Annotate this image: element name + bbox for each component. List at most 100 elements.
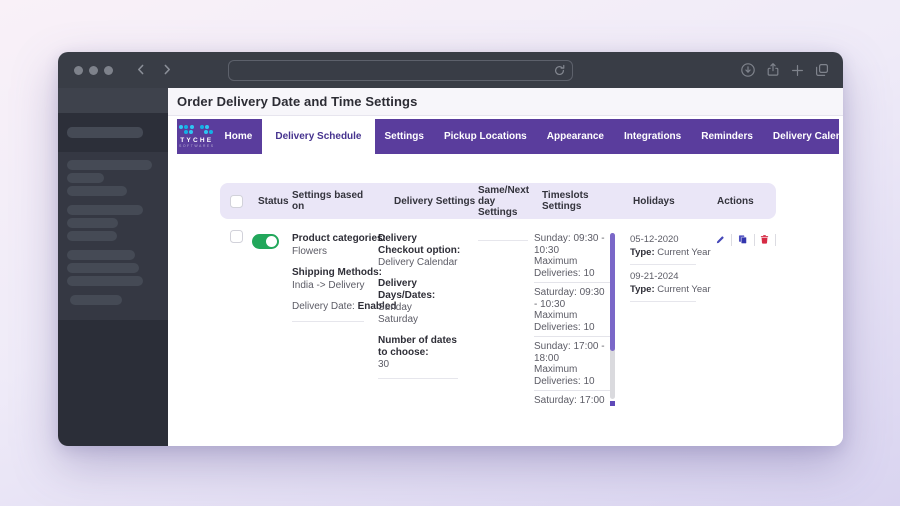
header-holidays: Holidays bbox=[633, 195, 675, 207]
share-icon[interactable] bbox=[765, 62, 781, 78]
sidebar-skeleton-bar bbox=[67, 205, 143, 215]
status-toggle[interactable] bbox=[252, 234, 279, 249]
tab-reminders[interactable]: Reminders bbox=[691, 119, 763, 154]
delete-icon[interactable] bbox=[760, 233, 769, 246]
holiday-type-label: Type: bbox=[630, 284, 655, 295]
header-status: Status bbox=[258, 195, 289, 207]
tab-home[interactable]: Home bbox=[215, 119, 263, 154]
sidebar-header bbox=[58, 88, 168, 113]
sidebar-skeleton-bar bbox=[67, 186, 127, 196]
sidebar-skeleton-bar bbox=[67, 263, 139, 273]
tab-pickup-locations[interactable]: Pickup Locations bbox=[434, 119, 537, 154]
tab-overview-icon[interactable] bbox=[814, 62, 830, 78]
timeslots-scroll-area[interactable]: Sunday: 09:30 - 10:30 Maximum Deliveries… bbox=[534, 233, 610, 407]
toggle-knob bbox=[266, 236, 277, 247]
timeslot-entry: Sunday: 09:30 - 10:30 Maximum Deliveries… bbox=[534, 233, 610, 283]
setting-value: 30 bbox=[378, 359, 390, 370]
nav-tabs: Home Delivery Schedule Settings Pickup L… bbox=[215, 119, 843, 154]
tab-delivery-schedule[interactable]: Delivery Schedule bbox=[262, 119, 375, 154]
timeslots-cell: Sunday: 09:30 - 10:30 Maximum Deliveries… bbox=[534, 228, 630, 407]
holiday-entry: 05-12-2020 Type: Current Year bbox=[630, 233, 711, 265]
same-next-day-cell bbox=[478, 228, 534, 241]
setting-label: Shipping Methods: bbox=[292, 267, 382, 278]
table-header: Status Settings based on Delivery Settin… bbox=[220, 183, 776, 219]
close-window-button[interactable] bbox=[74, 66, 83, 75]
logo-name: TYCHE bbox=[180, 137, 214, 145]
holiday-date: 09-21-2024 bbox=[630, 271, 679, 282]
divider bbox=[731, 233, 732, 246]
edit-icon[interactable] bbox=[716, 233, 725, 246]
setting-label: Delivery Checkout option: bbox=[378, 233, 461, 256]
logo-subtitle: SOFTWARES bbox=[179, 144, 215, 149]
sidebar-skeleton-bar bbox=[67, 127, 143, 138]
maximize-window-button[interactable] bbox=[104, 66, 113, 75]
divider bbox=[478, 240, 528, 241]
select-all-checkbox[interactable] bbox=[230, 194, 243, 208]
forward-icon[interactable] bbox=[160, 62, 174, 77]
sidebar-section-band bbox=[58, 113, 168, 152]
timeslots-scrollbar-track[interactable] bbox=[610, 233, 615, 399]
setting-value: India -> Delivery bbox=[292, 279, 365, 291]
setting-label: Delivery Date: bbox=[292, 301, 355, 312]
new-tab-icon[interactable] bbox=[790, 63, 805, 78]
timeslot-entry: Saturday: 17:00 - bbox=[534, 395, 610, 407]
timeslot-entry: Sunday: 17:00 - 18:00 Maximum Deliveries… bbox=[534, 341, 610, 391]
holiday-entry: 09-21-2024 Type: Current Year bbox=[630, 270, 711, 302]
setting-label: Delivery Days/Dates: bbox=[378, 278, 436, 301]
page-title: Order Delivery Date and Time Settings bbox=[177, 94, 418, 109]
browser-chrome bbox=[58, 52, 843, 88]
traffic-lights bbox=[74, 66, 113, 75]
logo-dots-icon bbox=[178, 124, 214, 136]
divider bbox=[753, 233, 755, 246]
holiday-date: 05-12-2020 bbox=[630, 234, 679, 245]
sidebar-footer bbox=[58, 320, 168, 446]
tyche-logo[interactable]: TYCHE SOFTWARES bbox=[177, 119, 215, 154]
address-bar[interactable] bbox=[228, 60, 573, 81]
delivery-schedule-table: Status Settings based on Delivery Settin… bbox=[220, 183, 776, 407]
minimize-window-button[interactable] bbox=[89, 66, 98, 75]
sidebar-skeleton-bar bbox=[67, 173, 104, 183]
timeslot-range: Saturday: 09:30 - 10:30 bbox=[534, 287, 605, 310]
tab-integrations[interactable]: Integrations bbox=[614, 119, 691, 154]
timeslot-range: Saturday: 17:00 - bbox=[534, 395, 605, 407]
divider bbox=[378, 378, 458, 379]
timeslot-max: Maximum Deliveries: 10 bbox=[534, 256, 595, 279]
holidays-cell: 05-12-2020 Type: Current Year 09-21-2024… bbox=[630, 228, 714, 307]
row-checkbox[interactable] bbox=[230, 230, 243, 243]
timeslots-scrollbar-end bbox=[610, 401, 615, 406]
setting-value: Saturday bbox=[378, 314, 419, 325]
sidebar-menu bbox=[58, 152, 168, 320]
tab-settings[interactable]: Settings bbox=[375, 119, 434, 154]
settings-based-on-cell: Product categories: Flowers Shipping Met… bbox=[292, 228, 397, 322]
timeslot-entry: Saturday: 09:30 - 10:30 Maximum Deliveri… bbox=[534, 287, 610, 337]
delivery-settings-cell: Delivery Checkout option: Delivery Calen… bbox=[378, 228, 478, 379]
sidebar-skeleton-bar bbox=[67, 250, 135, 260]
back-icon[interactable] bbox=[134, 62, 148, 77]
tab-appearance[interactable]: Appearance bbox=[537, 119, 614, 154]
tab-delivery-calendar[interactable]: Delivery Calendar bbox=[763, 119, 843, 154]
copy-icon[interactable] bbox=[738, 233, 748, 246]
refresh-icon[interactable] bbox=[553, 64, 566, 77]
app-navbar: TYCHE SOFTWARES Home Delivery Schedule S… bbox=[177, 119, 843, 154]
sidebar-skeleton-bar bbox=[70, 295, 122, 305]
header-delivery-settings: Delivery Settings bbox=[394, 195, 476, 207]
holiday-type-value: Current Year bbox=[657, 247, 711, 258]
setting-label: Product categories: bbox=[292, 233, 386, 244]
header-settings-based-on: Settings based on bbox=[292, 190, 364, 212]
table-row: Product categories: Flowers Shipping Met… bbox=[220, 228, 776, 407]
header-same-next-day: Same/Next day Settings bbox=[478, 184, 530, 218]
holiday-type-label: Type: bbox=[630, 247, 655, 258]
header-timeslots: Timeslots Settings bbox=[542, 190, 589, 212]
sidebar-skeleton-bar bbox=[67, 276, 143, 286]
download-icon[interactable] bbox=[740, 62, 756, 78]
timeslot-max: Maximum Deliveries: 10 bbox=[534, 310, 595, 333]
sidebar-skeleton-bar bbox=[67, 218, 118, 228]
sidebar-skeleton-bar bbox=[67, 231, 117, 241]
timeslot-range: Sunday: 17:00 - 18:00 bbox=[534, 341, 605, 364]
sidebar bbox=[58, 88, 168, 446]
divider bbox=[775, 233, 776, 246]
holiday-type-value: Current Year bbox=[657, 284, 711, 295]
timeslots-scrollbar-thumb[interactable] bbox=[610, 233, 615, 351]
timeslot-max: Maximum Deliveries: 10 bbox=[534, 364, 595, 387]
browser-window: Order Delivery Date and Time Settings TY… bbox=[58, 52, 843, 446]
